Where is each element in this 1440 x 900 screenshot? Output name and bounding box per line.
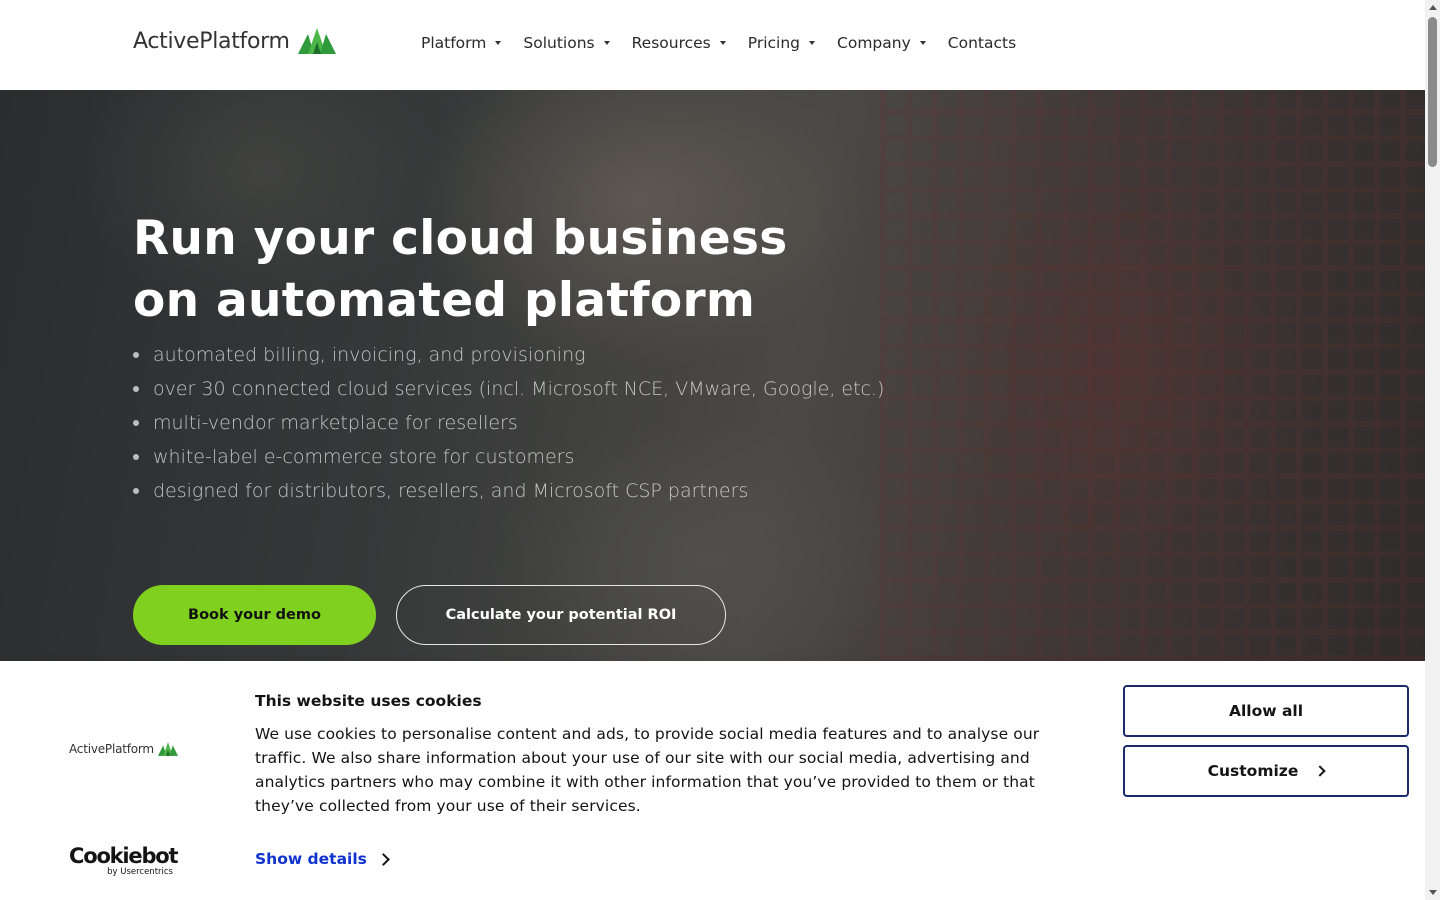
nav-item-company[interactable]: Company bbox=[837, 34, 926, 52]
cookie-banner: ActivePlatform Cookiebot by Usercentrics… bbox=[0, 661, 1425, 900]
cookie-banner-title: This website uses cookies bbox=[255, 692, 482, 710]
cookie-banner-logo: ActivePlatform bbox=[69, 742, 178, 756]
scrollbar-thumb[interactable] bbox=[1428, 17, 1437, 167]
customize-button[interactable]: Customize bbox=[1123, 745, 1409, 797]
nav-label: Pricing bbox=[747, 34, 801, 52]
nav-item-contacts[interactable]: Contacts bbox=[948, 34, 1016, 52]
hero-title-line: on automated platform bbox=[133, 273, 756, 328]
hero-section: Run your cloud business on automated pla… bbox=[0, 90, 1425, 661]
nav-item-solutions[interactable]: Solutions bbox=[523, 34, 610, 52]
cookiebot-logo[interactable]: Cookiebot by Usercentrics bbox=[69, 844, 179, 880]
logo-text: ActivePlatform bbox=[69, 742, 154, 756]
customize-label: Customize bbox=[1207, 762, 1299, 780]
nav-label: Company bbox=[837, 34, 911, 52]
list-item: white-label e-commerce store for custome… bbox=[133, 440, 884, 474]
nav-label: Contacts bbox=[947, 34, 1017, 52]
caret-down-icon bbox=[809, 41, 816, 45]
scroll-down-icon[interactable] bbox=[1429, 890, 1437, 895]
nav-item-pricing[interactable]: Pricing bbox=[747, 34, 816, 52]
cookiebot-wordmark: Cookiebot bbox=[69, 844, 179, 868]
show-details-label: Show details bbox=[255, 850, 367, 868]
activeplatform-logo[interactable]: ActivePlatform bbox=[133, 28, 336, 54]
cookiebot-byline: by Usercentrics bbox=[107, 867, 173, 877]
caret-down-icon bbox=[495, 41, 502, 45]
cookie-banner-text: We use cookies to personalise content an… bbox=[255, 725, 1040, 815]
caret-down-icon bbox=[603, 41, 610, 45]
page-scrollbar[interactable] bbox=[1425, 0, 1440, 900]
logo-mark-icon bbox=[297, 28, 336, 54]
list-item: over 30 connected cloud services (incl. … bbox=[133, 372, 884, 406]
caret-down-icon bbox=[919, 41, 926, 45]
list-item: automated billing, invoicing, and provis… bbox=[133, 338, 884, 372]
scroll-up-icon[interactable] bbox=[1429, 5, 1437, 10]
hero-title: Run your cloud business on automated pla… bbox=[133, 208, 893, 332]
nav-label: Resources bbox=[631, 34, 711, 52]
nav-item-platform[interactable]: Platform bbox=[421, 34, 502, 52]
hero-title-line: Run your cloud business bbox=[133, 211, 788, 266]
nav-label: Platform bbox=[421, 34, 487, 52]
chevron-right-icon bbox=[1314, 765, 1327, 777]
allow-all-button[interactable]: Allow all bbox=[1123, 685, 1409, 737]
logo-mark-icon bbox=[157, 742, 178, 756]
show-details-link[interactable]: Show details bbox=[255, 850, 390, 868]
list-item: designed for distributors, resellers, an… bbox=[133, 474, 884, 508]
calculate-roi-button[interactable]: Calculate your potential ROI bbox=[396, 585, 726, 645]
logo-text: ActivePlatform bbox=[133, 28, 290, 54]
main-nav: Platform Solutions Resources Pricing Com… bbox=[421, 34, 1038, 52]
allow-all-label: Allow all bbox=[1228, 702, 1304, 720]
list-item: multi-vendor marketplace for resellers bbox=[133, 406, 884, 440]
site-header: ActivePlatform Platform Solutions Resour… bbox=[0, 0, 1425, 90]
nav-label: Solutions bbox=[523, 34, 595, 52]
chevron-right-icon bbox=[377, 852, 390, 866]
hero-feature-list: automated billing, invoicing, and provis… bbox=[133, 338, 884, 508]
nav-item-resources[interactable]: Resources bbox=[632, 34, 726, 52]
book-demo-button[interactable]: Book your demo bbox=[133, 585, 376, 645]
caret-down-icon bbox=[719, 41, 726, 45]
